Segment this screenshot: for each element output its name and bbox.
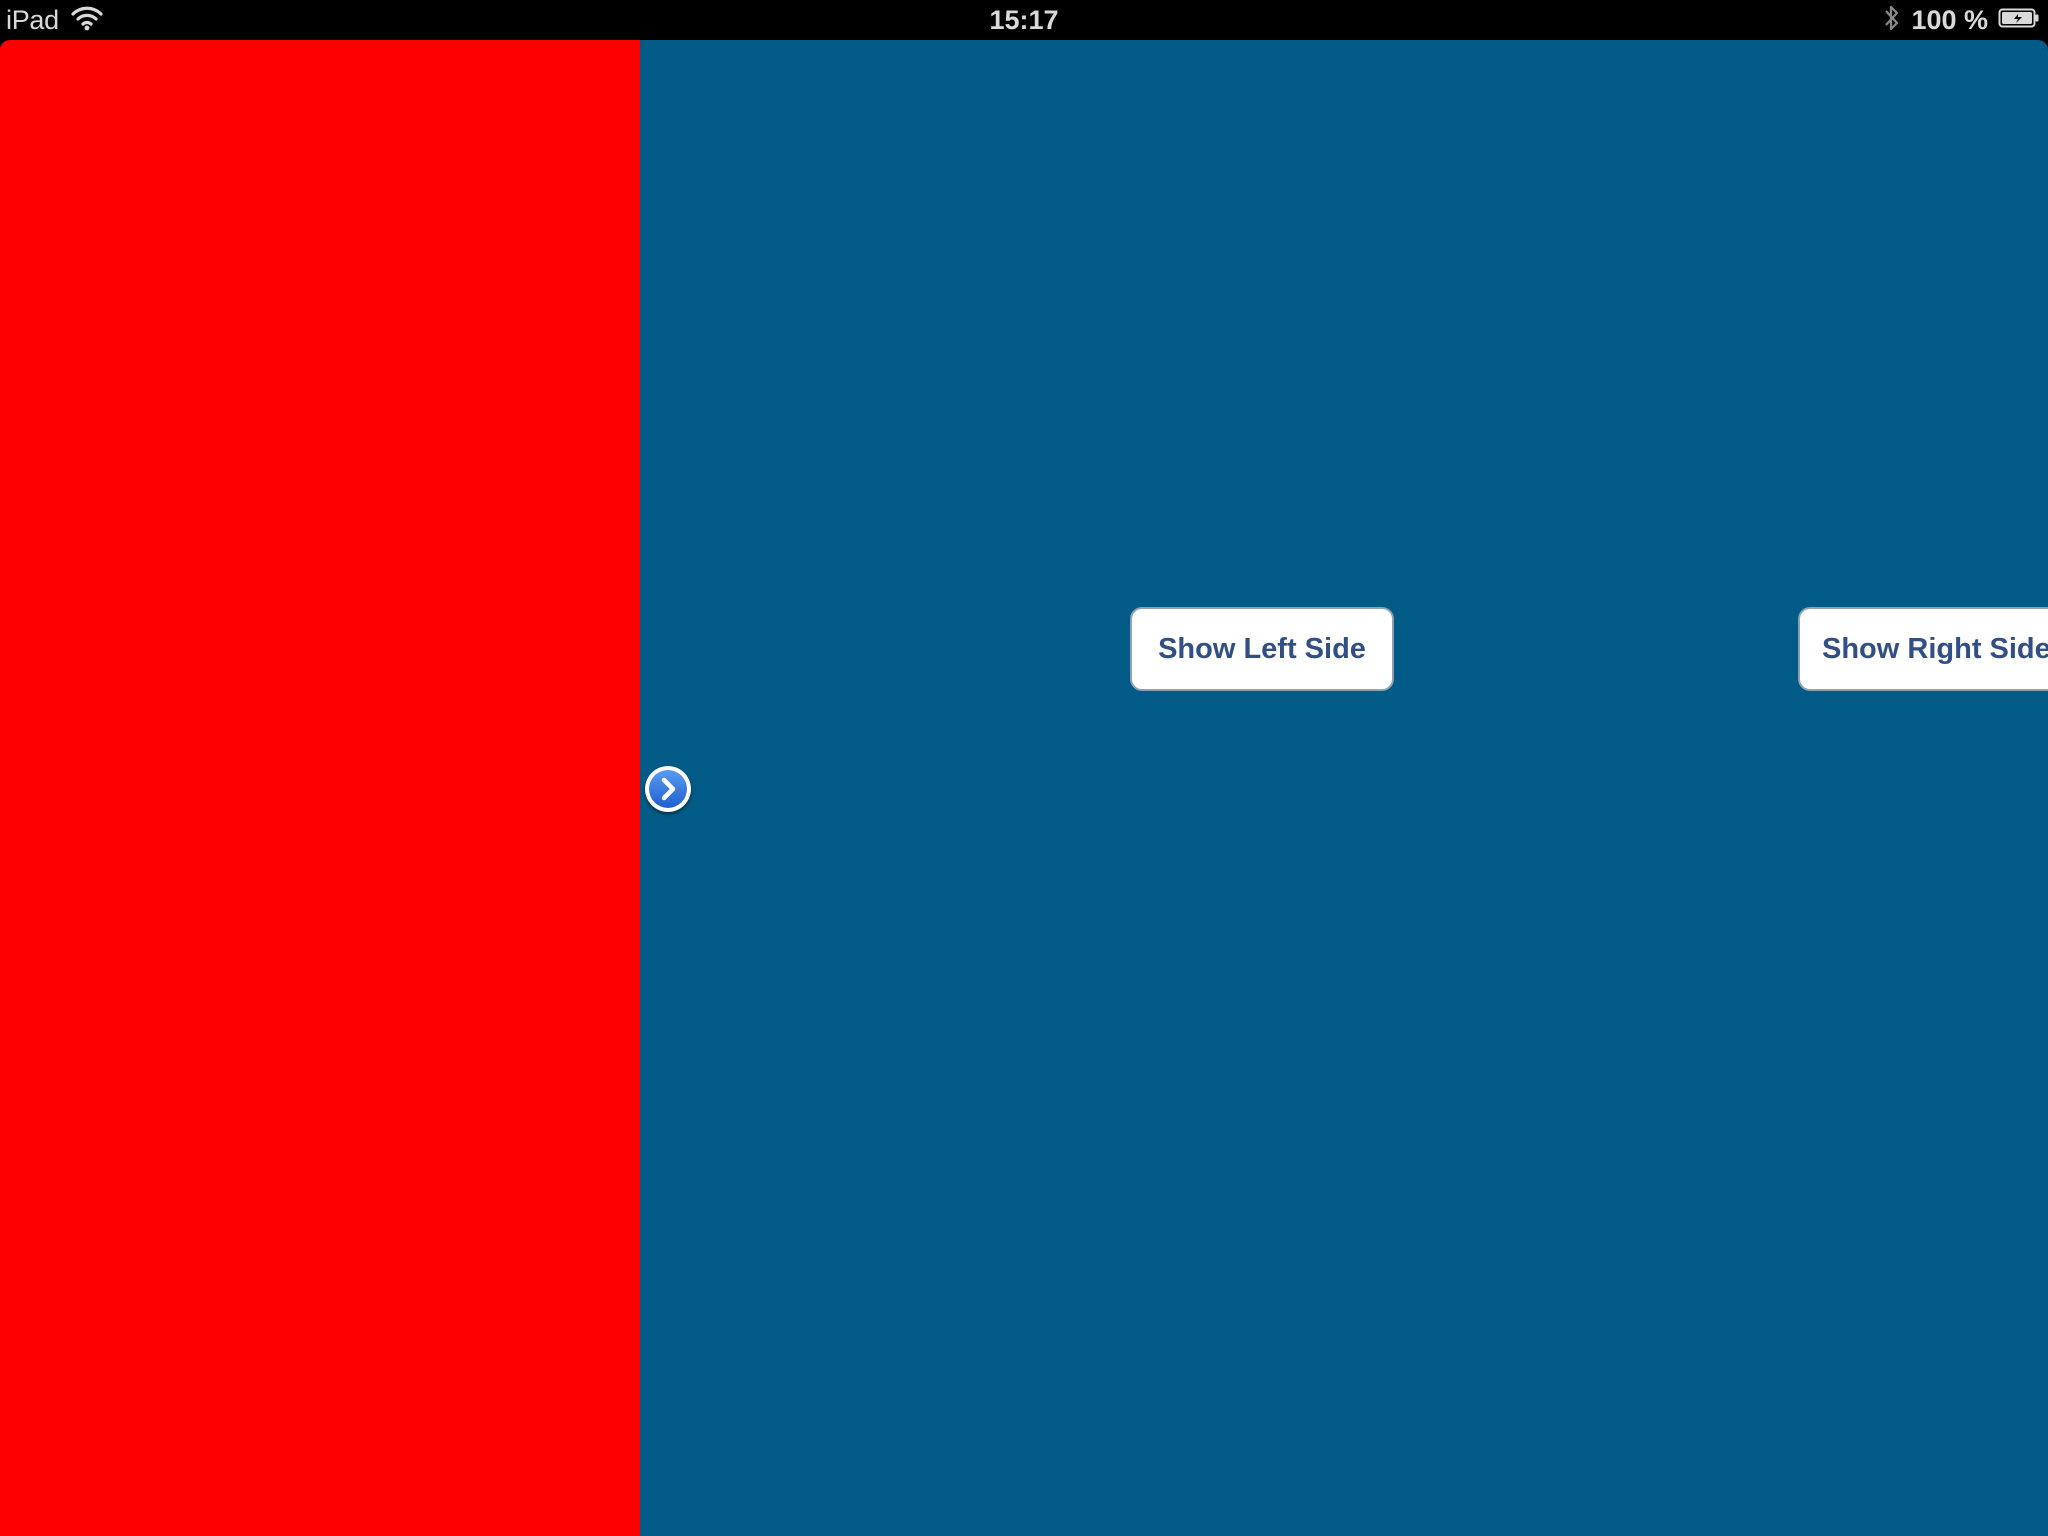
bluetooth-icon	[1883, 3, 1901, 38]
chevron-right-icon	[661, 777, 676, 801]
app-screen: Show Left Side Show Right Side	[0, 40, 2048, 1536]
battery-icon	[1998, 7, 2040, 34]
status-right: 100 %	[1883, 0, 2040, 40]
right-panel: Show Left Side Show Right Side	[640, 40, 2048, 1536]
device-name: iPad	[6, 4, 59, 35]
show-left-side-button[interactable]: Show Left Side	[1130, 607, 1394, 691]
status-left: iPad	[6, 0, 103, 40]
wifi-icon	[71, 5, 103, 36]
disclosure-button[interactable]	[645, 766, 691, 812]
battery-percentage: 100 %	[1911, 4, 1988, 35]
status-bar: 15:17 iPad 100 %	[0, 0, 2048, 40]
show-right-side-button[interactable]: Show Right Side	[1798, 607, 2048, 691]
status-time: 15:17	[989, 5, 1059, 35]
left-panel	[0, 40, 640, 1536]
